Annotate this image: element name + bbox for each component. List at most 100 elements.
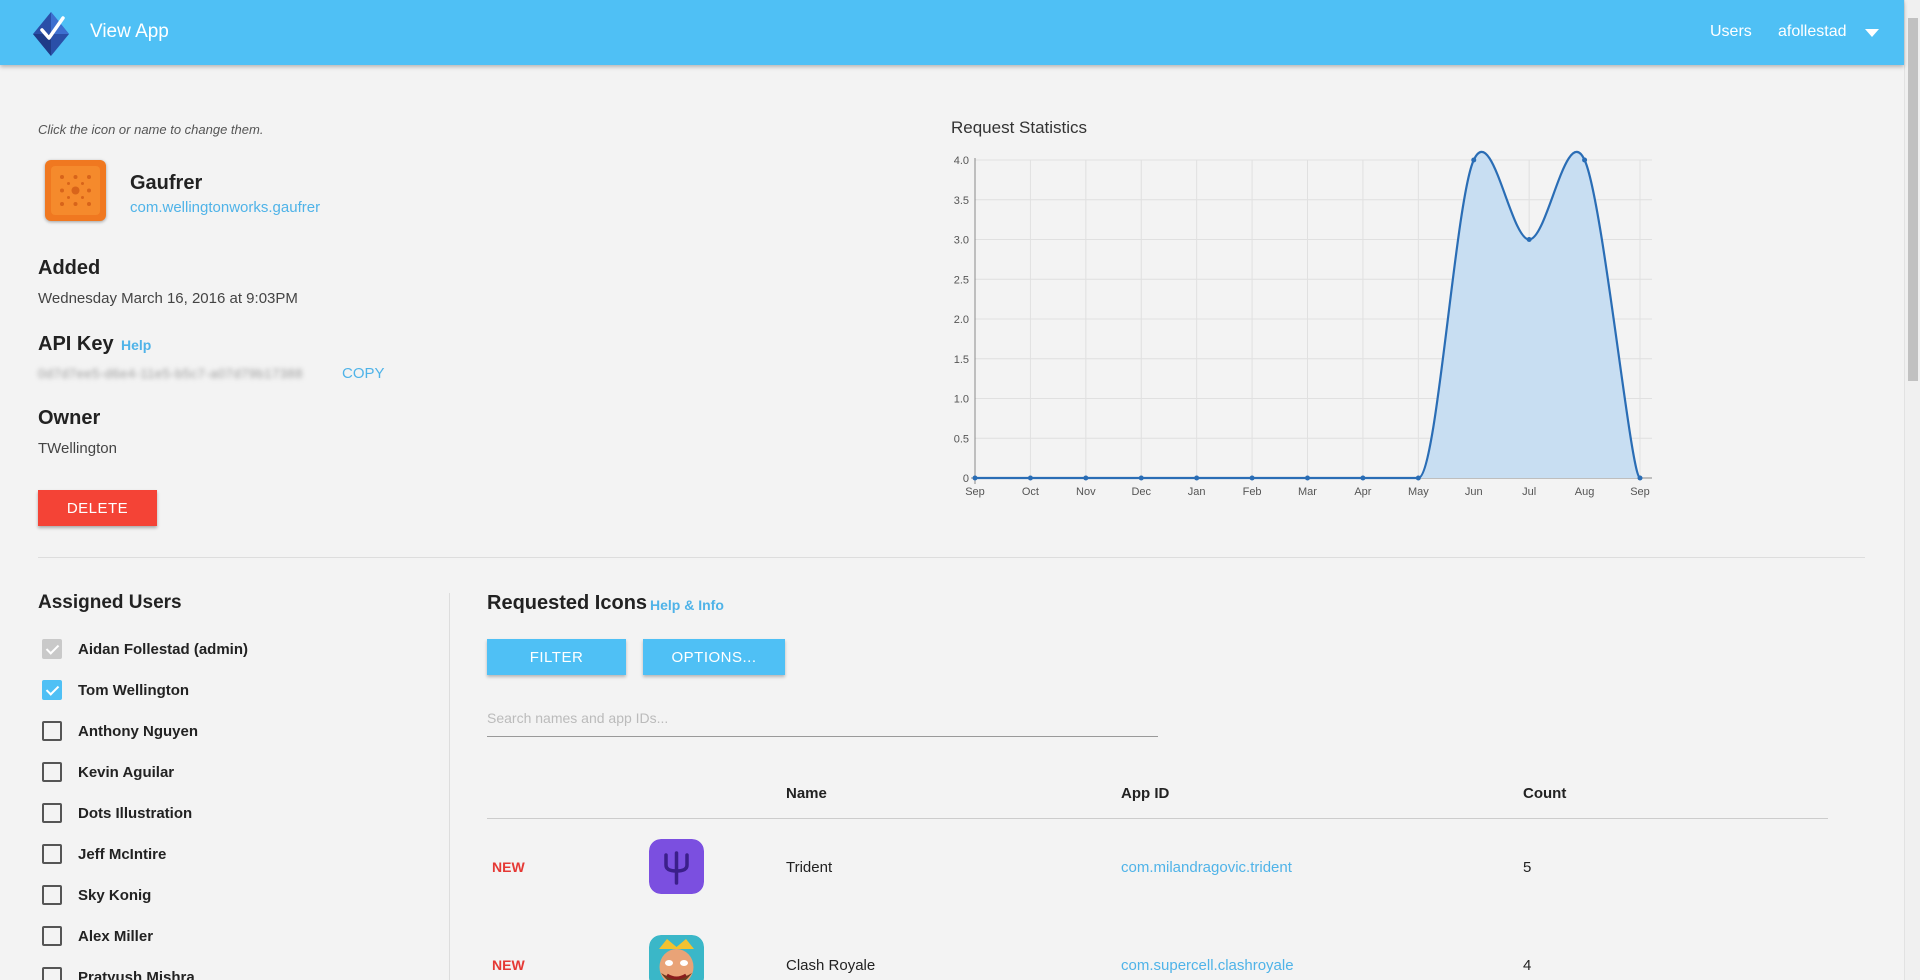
y-tick-label: 2.0 xyxy=(954,314,969,326)
user-name: Tom Wellington xyxy=(78,681,190,699)
x-tick-label: Jun xyxy=(1465,486,1483,498)
x-tick-label: Feb xyxy=(1243,486,1262,498)
user-checkbox-row[interactable]: Alex Miller xyxy=(38,921,153,951)
chart-data-point xyxy=(972,475,978,481)
x-tick-label: Jul xyxy=(1522,486,1536,498)
user-checkbox-row[interactable]: Pratyush Mishra xyxy=(38,962,195,980)
polar-logo-icon[interactable] xyxy=(33,12,69,56)
user-checkbox xyxy=(42,639,62,659)
user-name: Kevin Aguilar xyxy=(78,763,175,781)
x-tick-label: Sep xyxy=(1630,486,1650,498)
x-tick-label: Mar xyxy=(1298,486,1317,498)
chart-data-point xyxy=(1194,475,1200,481)
column-divider xyxy=(449,593,450,980)
requested-icons-help-link[interactable]: Help & Info xyxy=(650,597,724,613)
top-app-bar: View App Users afollestad xyxy=(0,0,1904,65)
user-checkbox-row[interactable]: Jeff McIntire xyxy=(38,839,166,869)
x-tick-label: Jan xyxy=(1188,486,1206,498)
x-tick-label: Aug xyxy=(1575,486,1595,498)
chart-data-point xyxy=(1027,475,1033,481)
new-badge: NEW xyxy=(492,859,525,875)
column-header-count[interactable]: Count xyxy=(1523,785,1566,802)
edit-hint: Click the icon or name to change them. xyxy=(38,122,264,137)
requested-icons-heading: Requested Icons xyxy=(487,592,648,614)
user-checkbox[interactable] xyxy=(42,721,62,741)
delete-button[interactable]: DELETE xyxy=(38,490,157,526)
owner-value: TWellington xyxy=(38,440,117,457)
x-tick-label: Nov xyxy=(1076,486,1096,498)
account-name[interactable]: afollestad xyxy=(1778,23,1847,41)
chart-data-point xyxy=(1582,157,1588,163)
table-row[interactable]: NEW Trident com.milandragovic.trident 5 xyxy=(487,819,1828,917)
row-count: 4 xyxy=(1523,957,1532,974)
options-button[interactable]: OPTIONS... xyxy=(643,639,785,675)
user-checkbox-row[interactable]: Sky Konig xyxy=(38,880,151,910)
new-badge: NEW xyxy=(492,957,525,973)
user-checkbox-row[interactable]: Anthony Nguyen xyxy=(38,716,198,746)
scrollbar-thumb[interactable] xyxy=(1908,18,1918,381)
row-app-id-link[interactable]: com.supercell.clashroyale xyxy=(1121,957,1294,974)
chart-data-point xyxy=(1526,237,1532,242)
nav-users-link[interactable]: Users xyxy=(1710,23,1752,41)
chevron-down-icon[interactable] xyxy=(1865,29,1879,37)
app-name[interactable]: Gaufrer xyxy=(130,172,202,195)
user-checkbox-row[interactable]: Dots Illustration xyxy=(38,798,192,828)
column-header-name[interactable]: Name xyxy=(786,785,827,802)
y-tick-label: 4.0 xyxy=(954,155,969,167)
vertical-scrollbar[interactable] xyxy=(1904,0,1920,980)
search-input[interactable] xyxy=(487,700,1158,737)
request-statistics-chart: 0 0.5 1.0 1.5 2.0 2.5 3.0 3.5 4.0 Sep Oct Nov Dec Jan… xyxy=(954,150,1652,498)
user-checkbox-row[interactable]: Kevin Aguilar xyxy=(38,757,174,787)
user-checkbox-row[interactable]: Aidan Follestad (admin) xyxy=(38,634,248,664)
added-date: Wednesday March 16, 2016 at 9:03PM xyxy=(38,290,298,307)
api-key-help-link[interactable]: Help xyxy=(121,337,151,353)
owner-heading: Owner xyxy=(38,407,101,429)
app-icon[interactable] xyxy=(45,160,106,221)
chart-data-point xyxy=(1471,157,1477,163)
chart-data-point xyxy=(1305,475,1310,481)
chart-title: Request Statistics xyxy=(951,118,1088,137)
row-app-id-link[interactable]: com.milandragovic.trident xyxy=(1121,859,1292,876)
table-row[interactable]: NEW Clash Royale com.supercell.clashroya… xyxy=(487,917,1828,980)
user-checkbox[interactable] xyxy=(42,967,62,980)
user-name: Sky Konig xyxy=(78,886,152,904)
app-bundle-id[interactable]: com.wellingtonworks.gaufrer xyxy=(130,199,320,216)
user-name: Dots Illustration xyxy=(78,804,193,822)
filter-button[interactable]: FILTER xyxy=(487,639,626,675)
chart-data-point xyxy=(1083,475,1089,481)
y-tick-label: 1.5 xyxy=(954,354,969,366)
y-tick-label: 1.0 xyxy=(954,394,969,406)
user-checkbox[interactable] xyxy=(42,885,62,905)
user-name: Pratyush Mishra xyxy=(78,968,195,980)
y-tick-label: 0 xyxy=(963,473,969,485)
x-tick-label: Dec xyxy=(1131,486,1151,498)
chart-data-point xyxy=(1249,475,1255,481)
chart-data-point xyxy=(1138,475,1144,481)
y-tick-label: 3.0 xyxy=(954,235,969,247)
chart-data-point xyxy=(1637,475,1643,481)
user-checkbox[interactable] xyxy=(42,762,62,782)
copy-api-key-button[interactable]: COPY xyxy=(342,365,385,382)
x-tick-label: Oct xyxy=(1022,486,1039,498)
chart-data-point xyxy=(1360,475,1366,481)
user-checkbox[interactable] xyxy=(42,803,62,823)
api-key-value: 0d7d7ee5-d6e4-11e5-b5c7-a07d79b17388 xyxy=(38,366,303,381)
page-title: View App xyxy=(90,21,169,42)
section-divider xyxy=(38,557,1865,558)
added-heading: Added xyxy=(38,257,101,279)
trident-icon xyxy=(649,839,704,894)
column-header-app-id[interactable]: App ID xyxy=(1121,785,1169,802)
clash-royale-icon xyxy=(649,935,704,980)
row-app-name: Clash Royale xyxy=(786,957,876,974)
user-name: Anthony Nguyen xyxy=(78,722,198,740)
user-name: Aidan Follestad (admin) xyxy=(78,640,249,658)
api-key-heading: API Key xyxy=(38,333,114,355)
user-checkbox-row[interactable]: Tom Wellington xyxy=(38,675,189,705)
user-name: Alex Miller xyxy=(78,927,154,945)
row-count: 5 xyxy=(1523,859,1532,876)
user-checkbox[interactable] xyxy=(42,926,62,946)
user-checkbox[interactable] xyxy=(42,680,62,700)
assigned-users-heading: Assigned Users xyxy=(38,592,182,613)
user-checkbox[interactable] xyxy=(42,844,62,864)
y-tick-label: 2.5 xyxy=(954,274,969,286)
